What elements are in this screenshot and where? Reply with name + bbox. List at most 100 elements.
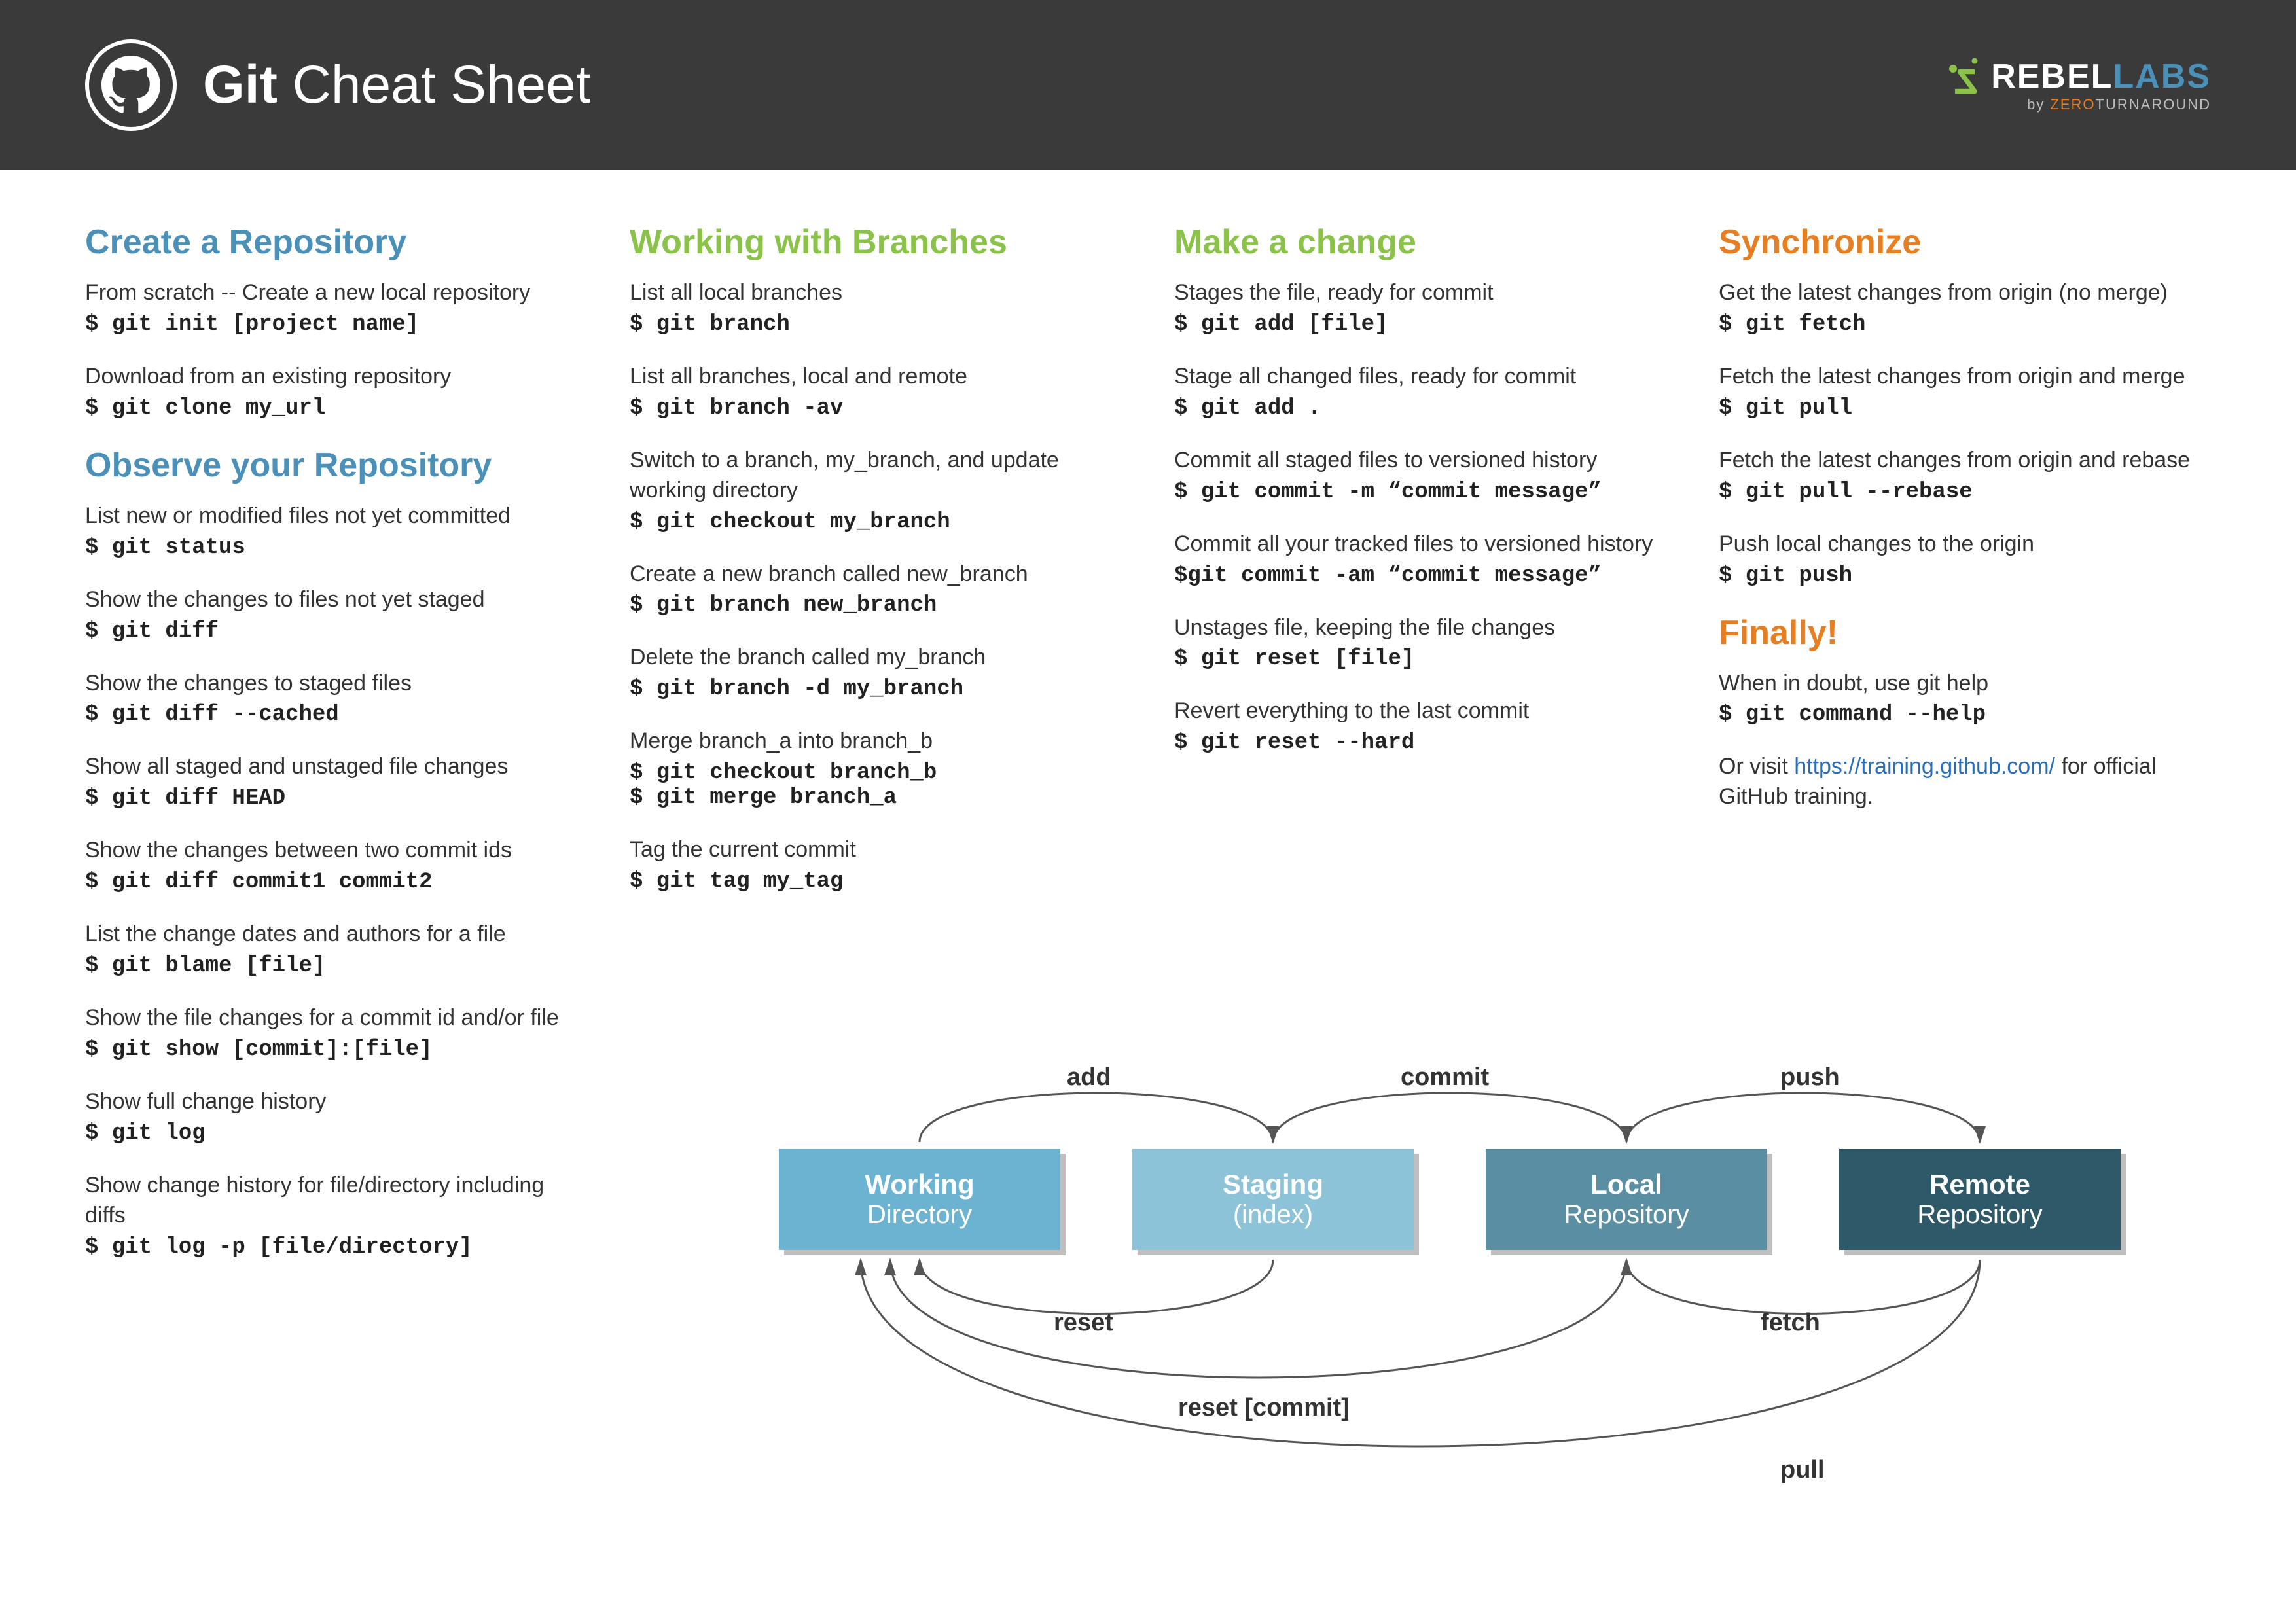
item-desc: Stage all changed files, ready for commi… [1174,362,1666,392]
item-cmd: $ git checkout branch_b $ git merge bran… [630,760,1122,810]
item-cmd: $ git log -p [file/directory] [85,1235,577,1260]
item-desc: List new or modified files not yet commi… [85,501,577,531]
heading-branches: Working with Branches [630,223,1122,262]
heading-synchronize: Synchronize [1719,223,2211,262]
cheat-item: Show change history for file/directory i… [85,1171,577,1260]
item-cmd: $ git checkout my_branch [630,510,1122,535]
arrow-label-commit: commit [1401,1063,1489,1092]
header-left: Git Cheat Sheet [85,39,591,131]
cheat-item: Push local changes to the origin$ git pu… [1719,529,2211,588]
item-cmd: $ git blame [file] [85,954,577,978]
item-cmd: $ git fetch [1719,312,2211,337]
heading-create-repo: Create a Repository [85,223,577,262]
item-desc: Download from an existing repository [85,362,577,392]
item-desc: List all local branches [630,278,1122,308]
cheat-item: From scratch -- Create a new local repos… [85,278,577,337]
heading-finally: Finally! [1719,613,2211,652]
cheat-item: List all branches, local and remote $ git… [630,362,1122,421]
item-cmd: $ git branch [630,312,1122,337]
item-desc: Tag the current commit [630,835,1122,865]
heading-observe-repo: Observe your Repository [85,446,577,485]
help-item: When in doubt, use git help $ git comman… [1719,669,2211,728]
cheat-item: Stages the file, ready for commit $ git a… [1174,278,1666,337]
cheat-item: Show the file changes for a commit id an… [85,1003,577,1062]
training-link[interactable]: https://training.github.com/ [1794,754,2055,779]
item-cmd: $git commit -am “commit message” [1174,563,1666,588]
diagram-arrows [674,1050,2212,1587]
stage-remote-repo: RemoteRepository [1839,1149,2121,1250]
arrow-label-fetch: fetch [1761,1309,1820,1337]
item-cmd: $ git clone my_url [85,396,577,421]
cheat-item: Show all staged and unstaged file change… [85,752,577,811]
item-desc: Switch to a branch, my_branch, and updat… [630,446,1122,506]
item-desc: Fetch the latest changes from origin and… [1719,446,2211,476]
page-title: Git Cheat Sheet [203,54,591,116]
item-desc: Unstages file, keeping the file changes [1174,613,1666,643]
cheat-item: Tag the current commit $ git tag my_tag [630,835,1122,894]
github-icon [85,39,177,131]
item-desc: Merge branch_a into branch_b [630,726,1122,757]
cheat-item: Show the changes to staged files $ git di… [85,669,577,728]
arrow-label-reset: reset [1054,1309,1113,1337]
arrow-label-push: push [1780,1063,1840,1092]
git-flow-diagram: WorkingDirectory Staging(index) LocalRep… [674,1050,2212,1587]
item-desc: Show change history for file/directory i… [85,1171,577,1231]
item-desc: List the change dates and authors for a … [85,919,577,950]
stage-working-directory: WorkingDirectory [779,1149,1060,1250]
cheat-item: Create a new branch called new_branch$ g… [630,560,1122,618]
item-cmd: $ git add . [1174,396,1666,421]
arrow-label-pull: pull [1780,1456,1825,1484]
item-cmd: $ git pull [1719,396,2211,421]
item-cmd: $ git diff --cached [85,702,577,727]
heading-make-change: Make a change [1174,223,1666,262]
item-desc: Stages the file, ready for commit [1174,278,1666,308]
item-desc: Get the latest changes from origin (no m… [1719,278,2211,308]
item-desc: List all branches, local and remote [630,362,1122,392]
zeroturnaround-icon [1945,57,1984,96]
cheat-item: Fetch the latest changes from origin and… [1719,446,2211,505]
cheat-item: Merge branch_a into branch_b$ git checko… [630,726,1122,810]
item-desc: Show all staged and unstaged file change… [85,752,577,782]
item-desc: Commit all staged files to versioned his… [1174,446,1666,476]
item-cmd: $ git reset --hard [1174,730,1666,755]
item-desc: Show the file changes for a commit id an… [85,1003,577,1033]
item-desc: Show the changes to files not yet staged [85,585,577,615]
item-cmd: $ git diff HEAD [85,786,577,811]
item-desc: Revert everything to the last commit [1174,696,1666,726]
cheat-item: Commit all your tracked files to version… [1174,529,1666,588]
item-cmd: $ git tag my_tag [630,869,1122,894]
cheat-item: List new or modified files not yet commi… [85,501,577,560]
item-cmd: $ git status [85,535,577,560]
cheat-item: Revert everything to the last commit $ gi… [1174,696,1666,755]
item-cmd: $ git diff [85,619,577,644]
item-desc: When in doubt, use git help [1719,669,2211,699]
item-cmd: $ git add [file] [1174,312,1666,337]
item-desc: Show full change history [85,1087,577,1117]
training-link-item: Or visit https://training.github.com/ fo… [1719,752,2211,812]
cheat-item: Show full change history $ git log [85,1087,577,1146]
item-desc: From scratch -- Create a new local repos… [85,278,577,308]
arrow-label-add: add [1067,1063,1111,1092]
item-desc: Fetch the latest changes from origin and… [1719,362,2211,392]
cheat-item: Get the latest changes from origin (no m… [1719,278,2211,337]
stage-staging: Staging(index) [1132,1149,1414,1250]
item-cmd: $ git commit -m “commit message” [1174,480,1666,505]
cheat-item: Switch to a branch, my_branch, and updat… [630,446,1122,535]
cheat-item: Fetch the latest changes from origin and… [1719,362,2211,421]
item-cmd: $ git command --help [1719,702,2211,727]
cheat-item: Commit all staged files to versioned his… [1174,446,1666,505]
header: Git Cheat Sheet REBELLABS by ZEROTURNARO… [0,0,2296,170]
column-1: Create a Repository From scratch -- Crea… [85,209,577,1285]
cheat-item: Show the changes to files not yet staged… [85,585,577,644]
cheat-item: Unstages file, keeping the file changes$… [1174,613,1666,672]
item-cmd: $ git show [commit]:[file] [85,1037,577,1062]
cheat-item: Download from an existing repository $ gi… [85,362,577,421]
cheat-item: Delete the branch called my_branch$ git … [630,643,1122,702]
item-cmd: $ git log [85,1121,577,1146]
item-desc: Delete the branch called my_branch [630,643,1122,673]
item-cmd: $ git push [1719,563,2211,588]
arrow-label-reset-commit: reset [commit] [1178,1394,1350,1422]
item-cmd: $ git branch -av [630,396,1122,421]
item-cmd: $ git pull --rebase [1719,480,2211,505]
item-desc: Show the changes to staged files [85,669,577,699]
